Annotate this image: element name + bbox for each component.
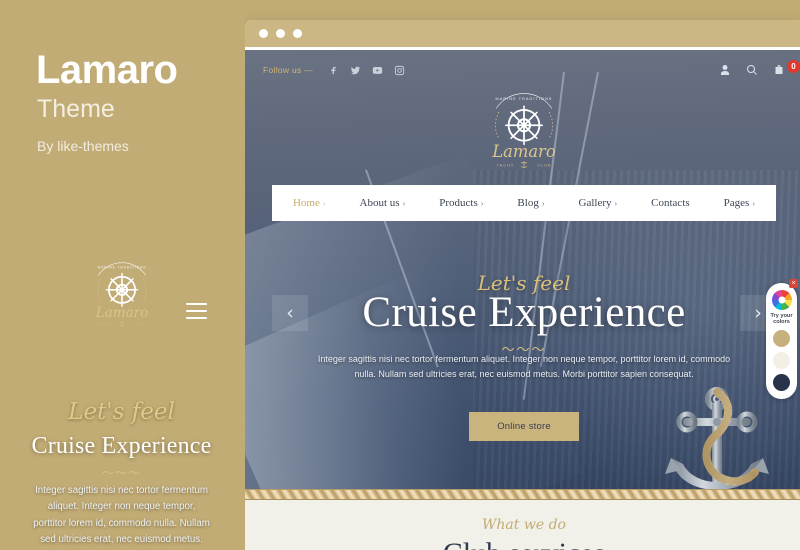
shopping-bag-icon	[773, 64, 785, 76]
mobile-wave-divider-icon: 〜〜〜	[101, 466, 141, 480]
mobile-hero-heading: Cruise Experience	[31, 433, 212, 459]
online-store-button[interactable]: Online store	[469, 412, 579, 441]
svg-text:YACHT: YACHT	[496, 163, 514, 167]
nav-label: Products	[439, 197, 478, 209]
topbar-actions: 0	[719, 60, 800, 76]
svg-text:YACHT: YACHT	[98, 322, 113, 326]
window-minimize-icon[interactable]	[276, 29, 285, 38]
twitter-icon[interactable]	[350, 65, 361, 76]
main-browser-window: Follow us — 0 MARINE TRADITIONS Lamaro Y…	[245, 20, 800, 550]
hero-slider: Follow us — 0 MARINE TRADITIONS Lamaro Y…	[245, 50, 800, 500]
nav-label: Contacts	[651, 197, 690, 209]
mobile-hero-paragraph: Integer sagittis nisi nec tortor ferment…	[33, 485, 210, 546]
youtube-icon[interactable]	[372, 65, 383, 76]
nav-label: Home	[292, 197, 320, 209]
browser-chrome-bar	[245, 20, 800, 50]
rope-divider	[245, 489, 800, 500]
nav-label: Pages	[723, 197, 750, 209]
nav-item-about-us[interactable]: About us ›	[343, 197, 423, 209]
hero-paragraph: Integer sagittis nisi nec tortor ferment…	[317, 354, 731, 379]
chevron-right-icon: ›	[752, 199, 755, 208]
close-icon[interactable]: ×	[789, 279, 798, 288]
chevron-right-icon: ›	[402, 199, 406, 208]
nav-item-products[interactable]: Products ›	[422, 197, 500, 209]
instagram-icon[interactable]	[394, 65, 405, 76]
color-wheel-icon[interactable]	[771, 290, 792, 310]
mobile-hamburger-menu-icon[interactable]	[186, 303, 207, 319]
slider-prev-arrow-icon[interactable]: ‹	[272, 295, 308, 331]
mobile-hero-script: Let's feel	[68, 399, 175, 425]
nav-label: About us	[359, 197, 400, 209]
site-topbar: Follow us — 0	[245, 50, 800, 90]
promo-author: By like-themes	[37, 138, 129, 154]
nav-label: Gallery	[578, 197, 612, 209]
yacht-club-logo-icon: MARINE TRADITIONS Lamaro YACHT CLUB	[94, 262, 148, 327]
nav-item-gallery[interactable]: Gallery ›	[562, 197, 635, 209]
svg-text:CLUB: CLUB	[133, 322, 145, 326]
site-logo[interactable]: MARINE TRADITIONS Lamaro YACHT CLUB	[468, 88, 580, 175]
nav-item-blog[interactable]: Blog ›	[500, 197, 561, 209]
window-close-icon[interactable]	[259, 29, 268, 38]
social-links: Follow us —	[263, 65, 405, 76]
picker-label-line2: colors	[773, 319, 790, 325]
nav-item-home[interactable]: Home ›	[276, 197, 343, 209]
color-picker-widget: × Try your colors	[766, 279, 798, 399]
chevron-right-icon: ›	[541, 199, 545, 208]
user-icon[interactable]	[719, 64, 731, 76]
nav-label: Blog	[517, 197, 539, 209]
nav-item-contacts[interactable]: Contacts	[634, 197, 707, 209]
services-heading: Club services	[245, 537, 800, 550]
cart-button[interactable]: 0	[773, 60, 800, 76]
mobile-logo[interactable]: MARINE TRADITIONS Lamaro YACHT CLUB	[74, 258, 170, 333]
main-navigation: Home › About us › Products › Blog › Gallery ›…	[272, 185, 776, 221]
chevron-right-icon: ›	[614, 199, 618, 208]
services-script-text: What we do	[482, 517, 566, 533]
chevron-right-icon: ›	[480, 199, 484, 208]
color-swatch-cream[interactable]	[773, 352, 790, 369]
svg-text:MARINE TRADITIONS: MARINE TRADITIONS	[496, 97, 553, 101]
cart-count-badge: 0	[787, 60, 800, 73]
window-maximize-icon[interactable]	[293, 29, 302, 38]
chevron-right-icon: ›	[322, 199, 326, 208]
nav-item-pages[interactable]: Pages ›	[707, 197, 772, 209]
follow-us-label: Follow us —	[263, 65, 314, 75]
promo-title: Lamaro	[36, 48, 178, 92]
svg-text:CLUB: CLUB	[537, 163, 551, 167]
svg-text:Lamaro: Lamaro	[491, 142, 555, 161]
facebook-icon[interactable]	[328, 65, 339, 76]
svg-text:MARINE TRADITIONS: MARINE TRADITIONS	[97, 265, 146, 269]
anchor-icon	[665, 387, 769, 490]
hero-heading: Cruise Experience	[362, 289, 686, 336]
svg-text:Lamaro: Lamaro	[94, 305, 148, 321]
yacht-club-logo-icon: MARINE TRADITIONS Lamaro YACHT CLUB	[491, 93, 556, 169]
services-section: What we do Club services	[245, 500, 800, 550]
color-swatch-gold[interactable]	[773, 330, 790, 347]
color-swatch-navy[interactable]	[773, 374, 790, 391]
promo-subtitle: Theme	[37, 95, 115, 123]
search-icon[interactable]	[746, 64, 758, 76]
